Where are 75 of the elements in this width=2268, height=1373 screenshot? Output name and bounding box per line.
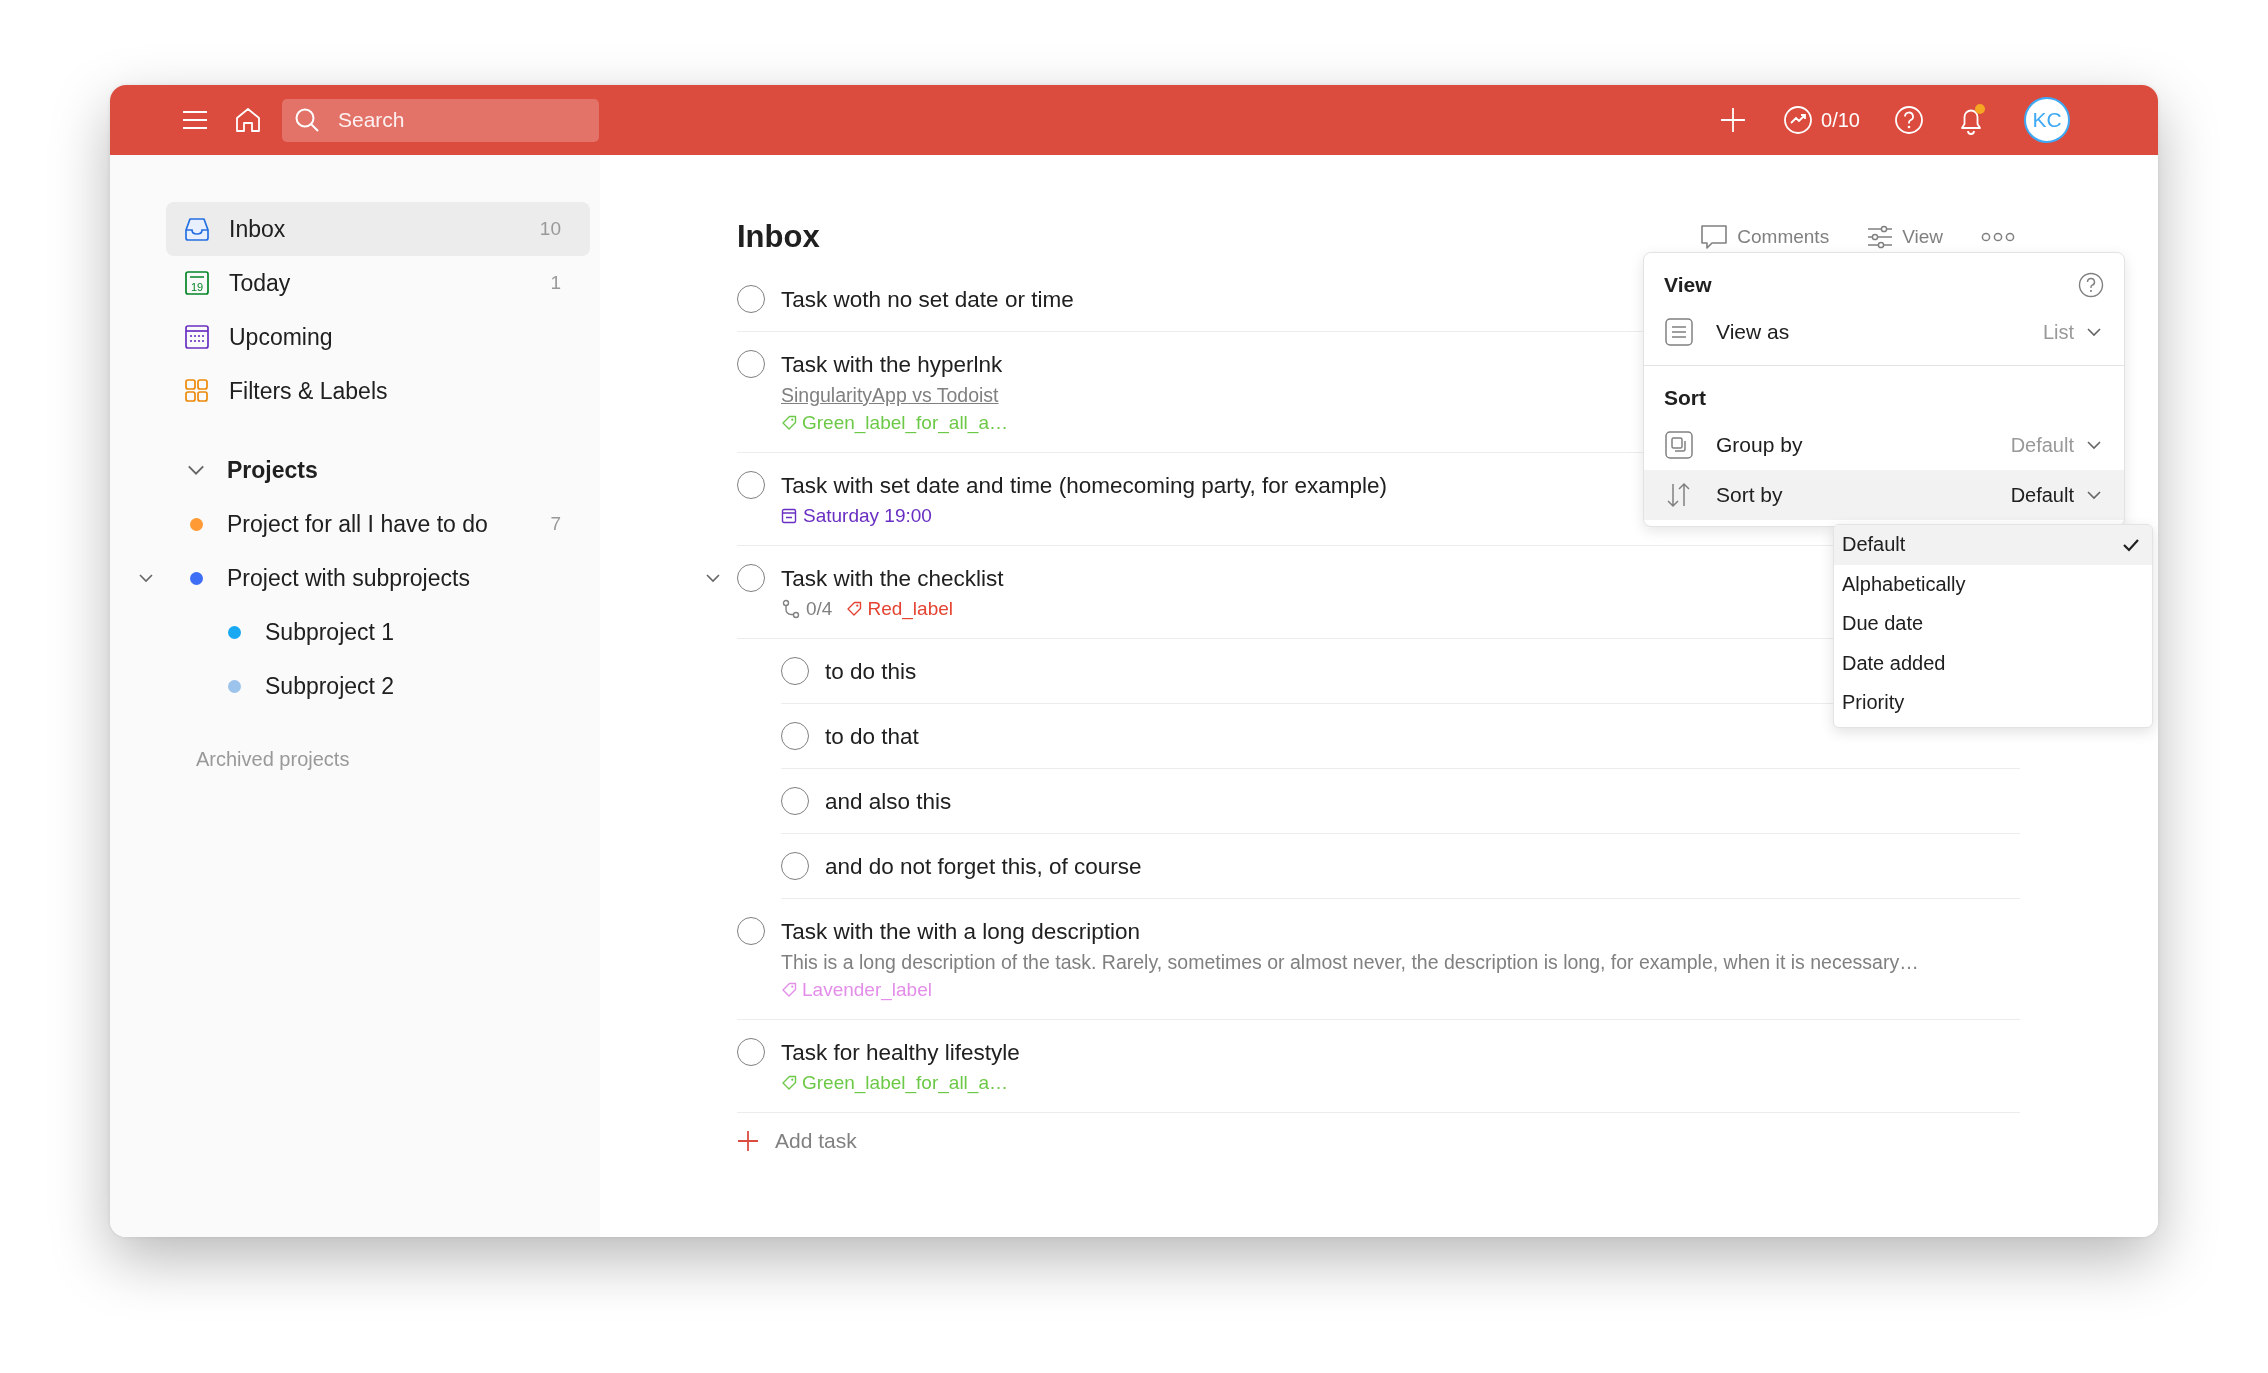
tag-icon (781, 982, 797, 998)
tag-icon (846, 601, 863, 617)
item-count: 10 (539, 218, 561, 240)
inbox-icon (184, 216, 210, 242)
view-button[interactable]: View (1867, 225, 1943, 249)
menu-icon[interactable] (182, 110, 208, 130)
calendar-icon: 19 (184, 270, 210, 296)
task-title[interactable]: to do that (825, 721, 919, 753)
add-task-button[interactable]: Add task (737, 1123, 857, 1159)
task-checkbox[interactable] (737, 471, 765, 499)
menu-item[interactable]: Due date (1834, 604, 2152, 644)
comment-icon (1700, 224, 1729, 250)
task-title[interactable]: Task with the hyperlnk (781, 349, 1003, 381)
trend-icon (1783, 105, 1814, 135)
task-title[interactable]: to do this (825, 656, 917, 688)
more-icon[interactable] (1981, 231, 2015, 243)
setting-row[interactable]: Group by Default (1644, 420, 2124, 470)
value-dropdown[interactable]: Default (2010, 483, 2104, 507)
task-title[interactable]: Task woth no set date or time (781, 284, 1074, 316)
task-title[interactable]: Task with set date and time (homecoming party, for example) (781, 470, 1388, 502)
karma-button[interactable]: 0/10 (1783, 105, 1860, 135)
task-checkbox[interactable] (781, 722, 809, 750)
task-checkbox[interactable] (737, 350, 765, 378)
sidebar-item[interactable]: Filters & Labels (166, 364, 590, 418)
task-link[interactable]: SingularityApp vs Todoist (781, 384, 999, 406)
calendar-icon (781, 508, 797, 524)
page-title: Inbox (737, 219, 821, 255)
task-checkbox[interactable] (737, 564, 765, 592)
projects-header[interactable]: Projects (166, 443, 590, 497)
task-checkbox[interactable] (737, 285, 765, 313)
plus-icon (737, 1130, 759, 1152)
grid-icon (184, 378, 210, 404)
task-checkbox[interactable] (737, 917, 765, 945)
menu-item[interactable]: Date added (1834, 643, 2152, 683)
sidebar-item[interactable]: Upcoming (166, 310, 590, 364)
sliders-icon (1867, 225, 1894, 249)
comments-button[interactable]: Comments (1700, 224, 1830, 250)
calendar-icon (184, 324, 210, 350)
setting-row[interactable]: View as List (1644, 307, 2124, 357)
project-item[interactable]: Subproject 1 (204, 605, 590, 659)
project-item[interactable]: Project with subprojects (166, 551, 590, 605)
tag-icon (781, 1075, 797, 1091)
task-checkbox[interactable] (781, 852, 809, 880)
setting-row[interactable]: Sort by Default (1644, 470, 2124, 520)
label-link[interactable]: Red_label (846, 595, 953, 623)
task-title[interactable]: Task for healthy lifestyle (781, 1037, 1020, 1069)
list-icon (1664, 317, 1694, 347)
panel-title: View (1664, 273, 1712, 297)
task-title[interactable]: and also this (825, 786, 952, 818)
item-count: 1 (550, 272, 561, 294)
task-checkbox[interactable] (781, 787, 809, 815)
item-count: 7 (550, 513, 561, 535)
menu-item[interactable]: Priority (1834, 683, 2152, 723)
search-icon (294, 107, 320, 133)
task-title[interactable]: and do not forget this, of course (825, 851, 1142, 883)
task-description: This is a long description of the task. Rarely, sometimes or almost never, the description is long, for example, when it is necessary… (781, 950, 1920, 975)
add-icon[interactable] (1719, 106, 1748, 134)
menu-item[interactable]: Alphabetically (1834, 564, 2152, 604)
project-item[interactable]: Subproject 2 (204, 659, 590, 713)
task-checkbox[interactable] (737, 1038, 765, 1066)
task-checkbox[interactable] (781, 657, 809, 685)
sidebar-item[interactable]: Inbox 10 (166, 202, 590, 256)
home-icon[interactable] (234, 106, 262, 134)
project-item[interactable]: Project for all I have to do 7 (166, 497, 590, 551)
section-title: Sort (1664, 386, 1706, 410)
layers-icon (1664, 430, 1694, 460)
subtask-icon (781, 599, 801, 619)
due-date-link[interactable]: Saturday 19:00 (781, 502, 932, 530)
subtask-count: 0/4 (806, 597, 833, 621)
menu-item[interactable]: Default (1834, 525, 2152, 565)
tag-icon (781, 415, 797, 431)
help-icon[interactable] (2078, 272, 2104, 298)
sidebar-item[interactable]: 19 Today 1 (166, 256, 590, 310)
task-title[interactable]: Task with the checklist (781, 563, 1004, 595)
task-title[interactable]: Task with the with a long description (781, 916, 1140, 948)
